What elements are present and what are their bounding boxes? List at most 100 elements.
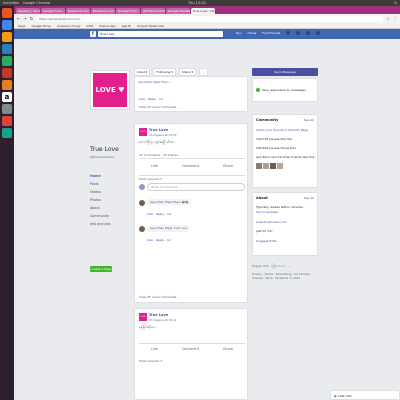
like-button[interactable]: Like	[151, 164, 158, 168]
comment-author[interactable]: Aye Chan Myei Phyo	[138, 80, 168, 84]
amazon-icon[interactable]: a	[2, 92, 12, 102]
page-nav-item[interactable]: Videos	[90, 188, 130, 196]
chrome-app-icon[interactable]	[2, 116, 12, 126]
notifications-icon[interactable]	[306, 31, 311, 35]
most-relevant-filter[interactable]: Most relevant ▾	[139, 177, 162, 181]
avatar[interactable]	[139, 200, 145, 206]
star-icon[interactable]: ☆	[386, 16, 390, 21]
friends-like-text[interactable]: Aye Zarni and 29 other friends like this	[256, 155, 314, 159]
post-avatar[interactable]: LOVE	[139, 313, 147, 321]
comment-author[interactable]: Aye Chan Myei Phyo	[150, 200, 180, 204]
invite-friends-link[interactable]: Invite your friends to like this Page	[256, 128, 308, 132]
fb-nav: Pyu Home Find Friends	[236, 31, 321, 35]
calc-icon[interactable]	[2, 56, 12, 66]
writer-icon[interactable]	[2, 44, 12, 54]
help-icon[interactable]	[316, 31, 321, 35]
view-more-comments-link[interactable]: View 25 more comments	[139, 105, 176, 109]
menu-icon[interactable]: ⋮	[393, 16, 397, 21]
send-message-button[interactable]: Send Message	[252, 68, 318, 76]
footer-languages[interactable]: English (US) · မြန်မာဘာသာ · ...	[252, 264, 318, 269]
page-profile-picture[interactable]: LOVE ♥	[90, 70, 130, 110]
post-time[interactable]: 23 hagene at 15:12	[149, 318, 177, 322]
like-reply-links[interactable]: Like · Reply · 1d	[139, 97, 163, 101]
bookmark-item[interactable]: Google Drive	[31, 24, 51, 28]
back-icon[interactable]: ←	[17, 16, 20, 21]
page-handle: @truelovecliche	[90, 155, 115, 159]
website-link[interactable]: www.truelovem.com	[256, 220, 287, 224]
page-nav-item[interactable]: Home	[90, 172, 130, 180]
post-time[interactable]: 23 hagene at 15:14	[149, 133, 177, 137]
send-message-link[interactable]: Send message	[256, 210, 278, 214]
friend-requests-icon[interactable]	[286, 31, 291, 35]
post-author[interactable]: True Love	[149, 313, 168, 317]
avatar[interactable]	[139, 226, 145, 232]
chat-bar[interactable]: ● Chat (39)	[330, 390, 400, 400]
bookmark-item[interactable]: Ionevery of any	[57, 24, 80, 28]
avatar[interactable]	[256, 163, 262, 169]
url-field[interactable]: https://www.facebook.com/...	[36, 15, 384, 22]
page-nav-item[interactable]: Info and ads	[90, 220, 130, 228]
like-reply-links[interactable]: Like · Reply · 1d	[147, 238, 171, 242]
like-reply-links[interactable]: Like · Reply · 1d	[147, 212, 171, 216]
page-nav-item[interactable]: Community	[90, 212, 130, 220]
app-name[interactable]: Google Chrome	[23, 1, 50, 5]
nav-home[interactable]: Home	[248, 31, 257, 35]
bookmark-item[interactable]: GTKI	[86, 24, 93, 28]
page-nav-item[interactable]: Posts	[90, 180, 130, 188]
nav-profile[interactable]: Pyu	[236, 31, 242, 35]
liked-button[interactable]: Liked ▾	[134, 68, 151, 76]
bookmark-item[interactable]: Apps	[18, 24, 25, 28]
suggest-edits-link[interactable]: Suggest Edits	[256, 239, 277, 243]
messages-icon[interactable]	[296, 31, 301, 35]
avatar[interactable]	[139, 184, 145, 190]
post-avatar[interactable]: LOVE	[139, 128, 147, 136]
like-button[interactable]: Like	[151, 347, 158, 351]
see-all-link[interactable]: See All	[304, 118, 314, 122]
post-card: LOVE True Love 23 hagene at 15:14 ကောင်း…	[134, 123, 248, 303]
post-text: ကောင်းပြီကွာ လွမ်းနေပြီ သိလား...	[139, 140, 177, 144]
page-nav-item[interactable]: About	[90, 204, 130, 212]
impress-icon[interactable]	[2, 68, 12, 78]
reload-icon[interactable]: ↻	[30, 16, 33, 21]
fb-search-input[interactable]: True Love	[98, 31, 223, 37]
files-icon[interactable]	[2, 8, 12, 18]
terminal-icon[interactable]	[2, 128, 12, 138]
share-post-button[interactable]: Share	[223, 347, 233, 351]
post-author[interactable]: True Love	[149, 128, 168, 132]
following-button[interactable]: Following ▾	[153, 68, 176, 76]
bookmark-item[interactable]: Project Detail.xlsx	[137, 24, 164, 28]
power-icon[interactable]: ⏻	[394, 1, 397, 5]
avatar[interactable]	[277, 163, 283, 169]
facebook-logo-icon[interactable]: f	[90, 31, 96, 37]
see-all-link[interactable]: See All	[304, 196, 314, 200]
view-more-comments-link[interactable]: View 25 more comments	[139, 295, 176, 299]
share-post-button[interactable]: Share	[223, 164, 233, 168]
activities-label[interactable]: Activities	[3, 1, 19, 5]
bookmark-item[interactable]: Ayb-fb	[122, 24, 132, 28]
share-button[interactable]: Share ▾	[178, 68, 196, 76]
chat-label: Chat (39)	[337, 394, 352, 398]
chrome-icon[interactable]	[2, 20, 12, 30]
write-comment-input[interactable]: Write a comment...	[147, 183, 245, 191]
page-nav-item[interactable]: Photos	[90, 196, 130, 204]
about-card: About See All Typically replies within m…	[252, 192, 318, 256]
forward-icon[interactable]: →	[23, 16, 26, 21]
firefox-icon[interactable]	[2, 32, 12, 42]
comment-button[interactable]: Comment	[182, 164, 199, 168]
footer-links[interactable]: Privacy · Terms · Advertising · Ad Choic…	[252, 272, 318, 280]
comment-author[interactable]: Aye Chan Myei	[150, 226, 172, 230]
bookmark-item[interactable]: Online Apx	[99, 24, 115, 28]
avatar[interactable]	[263, 163, 269, 169]
nav-find-friends[interactable]: Find Friends	[262, 31, 280, 35]
category[interactable]: Just for fun	[256, 229, 272, 233]
clock[interactable]: Thu 13:02	[188, 1, 206, 5]
more-button[interactable]: ···	[199, 68, 208, 76]
create-page-button[interactable]: Create a Page	[90, 266, 112, 272]
reactions-count[interactable]: 22 Comments · 26 Shares	[139, 153, 178, 157]
divider	[139, 343, 245, 344]
most-relevant-filter[interactable]: Most relevant ▾	[139, 359, 162, 363]
software-icon[interactable]	[2, 80, 12, 90]
comment-button[interactable]: Comment	[182, 347, 199, 351]
settings-icon[interactable]	[2, 104, 12, 114]
avatar[interactable]	[270, 163, 276, 169]
